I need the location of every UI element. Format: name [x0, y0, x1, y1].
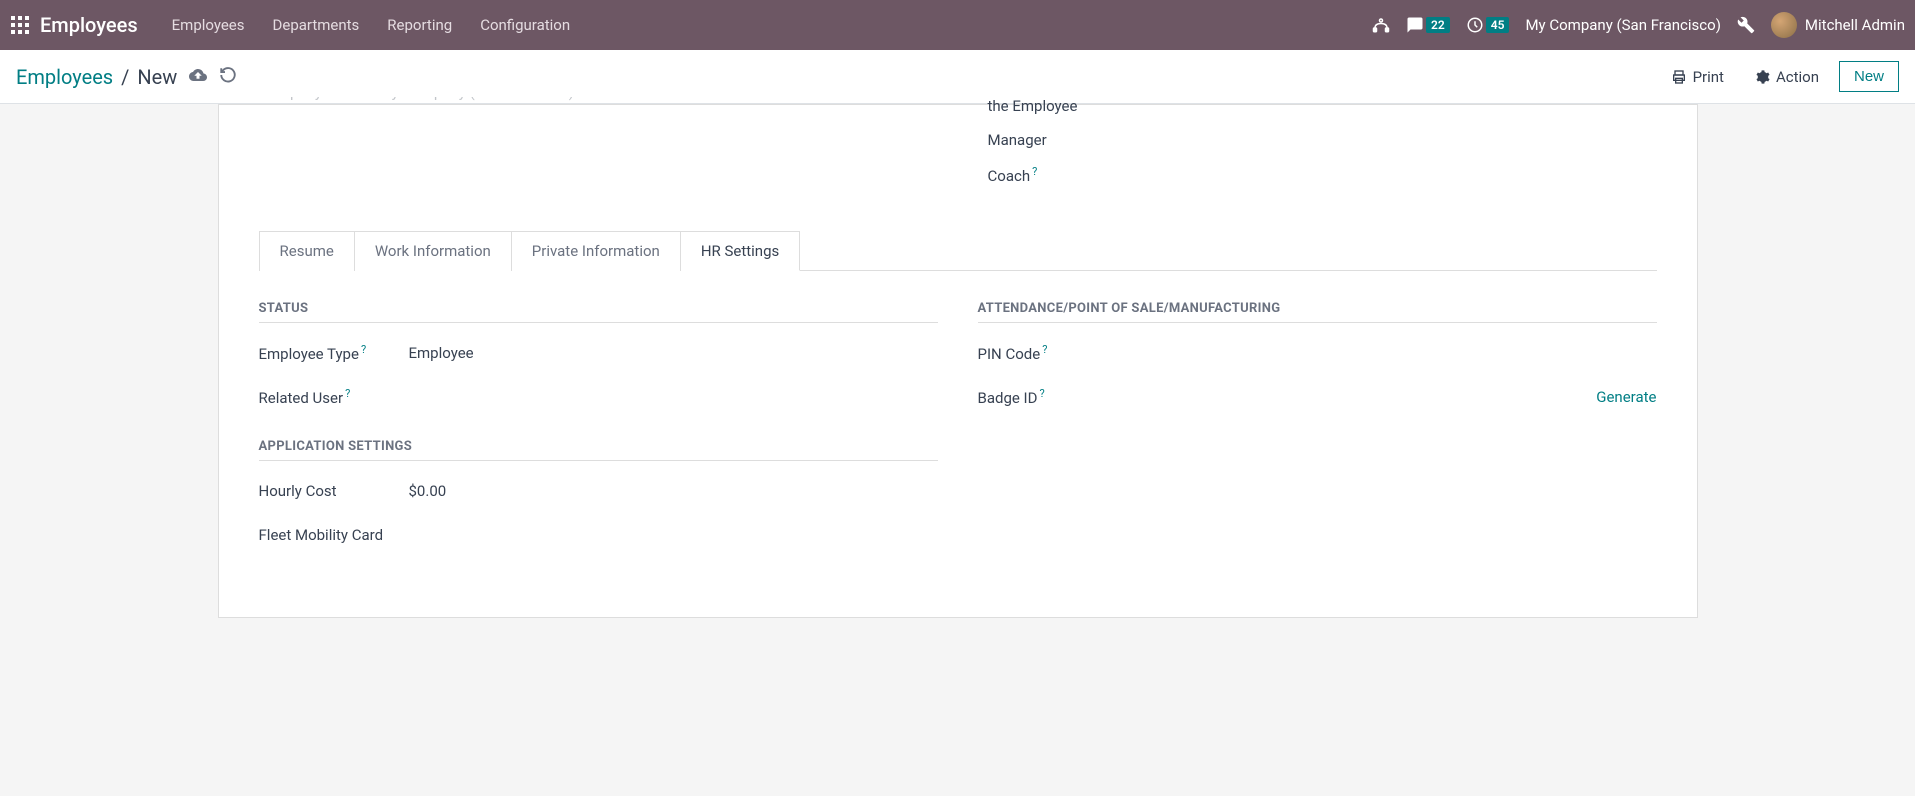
nav-configuration[interactable]: Configuration — [466, 0, 584, 50]
user-menu[interactable]: Mitchell Admin — [1771, 12, 1905, 38]
discard-icon[interactable] — [219, 65, 237, 89]
action-label: Action — [1776, 68, 1819, 86]
activities-icon[interactable]: 45 — [1466, 16, 1510, 34]
support-icon[interactable] — [1372, 16, 1390, 34]
coach-help-icon[interactable]: ? — [1032, 165, 1037, 178]
breadcrumb: Employees / New — [16, 65, 237, 89]
top-navbar: Employees Employees Departments Reportin… — [0, 0, 1915, 50]
app-settings-section-title: APPLICATION SETTINGS — [259, 439, 938, 461]
nav-reporting[interactable]: Reporting — [373, 0, 466, 50]
hr-right-col: ATTENDANCE/POINT OF SALE/MANUFACTURING P… — [978, 301, 1657, 577]
tools-icon[interactable] — [1737, 16, 1755, 34]
upper-fields: Company My Company (San Francisco) the E… — [259, 97, 1657, 201]
status-section-title: STATUS — [259, 301, 938, 323]
manager-label: Manager — [988, 131, 1657, 149]
control-right: Print Action New — [1661, 61, 1899, 92]
print-label: Print — [1693, 68, 1724, 86]
company-value: My Company (San Francisco) — [379, 97, 574, 101]
hourly-cost-value[interactable]: $0.00 — [409, 482, 447, 500]
tab-work-information[interactable]: Work Information — [355, 231, 512, 271]
badge-id-help-icon[interactable]: ? — [1040, 387, 1045, 400]
control-panel: Employees / New Print Action New — [0, 50, 1915, 104]
employee-type-value[interactable]: Employee — [409, 344, 474, 362]
activities-badge: 45 — [1486, 17, 1510, 33]
generate-button[interactable]: Generate — [1596, 388, 1656, 406]
main-area: Company My Company (San Francisco) the E… — [0, 104, 1915, 618]
fleet-mobility-card-label: Fleet Mobility Card — [259, 526, 384, 544]
related-user-help-icon[interactable]: ? — [345, 387, 350, 400]
tab-hr-settings[interactable]: HR Settings — [681, 231, 800, 271]
save-cloud-icon[interactable] — [189, 65, 207, 89]
breadcrumb-root[interactable]: Employees — [16, 65, 113, 89]
attendance-section-title: ATTENDANCE/POINT OF SALE/MANUFACTURING — [978, 301, 1657, 323]
company-switcher[interactable]: My Company (San Francisco) — [1525, 16, 1720, 34]
pin-code-help-icon[interactable]: ? — [1042, 343, 1047, 356]
hr-left-col: STATUS Employee Type? Employee Related U… — [259, 301, 938, 577]
navbar-right: 22 45 My Company (San Francisco) Mitchel… — [1372, 12, 1905, 38]
avatar — [1771, 12, 1797, 38]
user-name: Mitchell Admin — [1805, 16, 1905, 34]
hourly-cost-label: Hourly Cost — [259, 482, 409, 500]
navbar-left: Employees Employees Departments Reportin… — [10, 0, 584, 50]
related-user-label: Related User? — [259, 387, 409, 407]
breadcrumb-sep: / — [121, 65, 129, 89]
tabs: Resume Work Information Private Informat… — [259, 231, 1657, 271]
upper-right-col: the Employee Manager Coach? — [988, 97, 1657, 201]
form-sheet: Company My Company (San Francisco) the E… — [218, 104, 1698, 618]
badge-id-label: Badge ID? — [978, 387, 1128, 407]
print-button[interactable]: Print — [1661, 62, 1734, 92]
the-employee-label: the Employee — [988, 97, 1657, 115]
apps-icon[interactable] — [10, 15, 30, 35]
pin-code-label: PIN Code? — [978, 343, 1128, 363]
tab-resume[interactable]: Resume — [259, 231, 355, 271]
new-button[interactable]: New — [1839, 61, 1899, 92]
breadcrumb-current: New — [137, 65, 177, 89]
company-label: Company — [259, 97, 379, 101]
tab-private-information[interactable]: Private Information — [512, 231, 681, 271]
messages-badge: 22 — [1426, 17, 1450, 33]
upper-left-col: Company My Company (San Francisco) — [259, 97, 928, 201]
hr-settings-pane: STATUS Employee Type? Employee Related U… — [259, 271, 1657, 577]
messages-icon[interactable]: 22 — [1406, 16, 1450, 34]
nav-departments[interactable]: Departments — [259, 0, 374, 50]
employee-type-label: Employee Type? — [259, 343, 409, 363]
coach-label: Coach? — [988, 165, 1657, 185]
employee-type-help-icon[interactable]: ? — [361, 343, 366, 356]
nav-employees[interactable]: Employees — [158, 0, 259, 50]
action-button[interactable]: Action — [1744, 62, 1829, 92]
app-brand[interactable]: Employees — [40, 13, 138, 37]
